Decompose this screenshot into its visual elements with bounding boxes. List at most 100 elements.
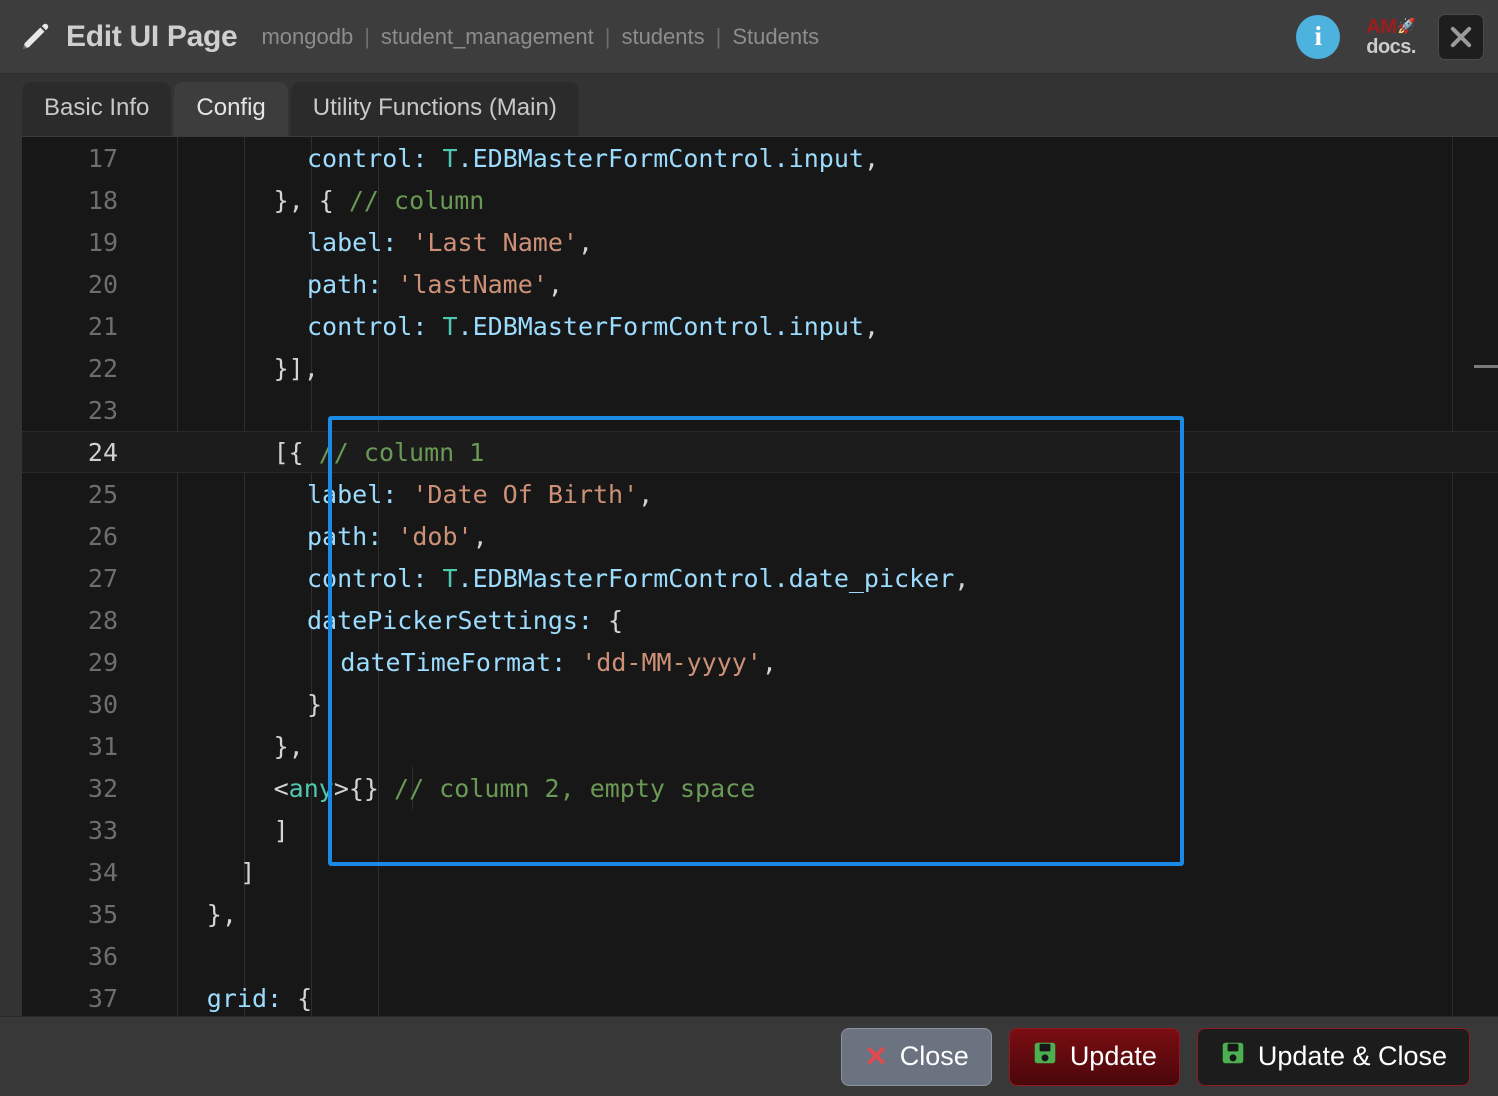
code-line[interactable]: 17control: T.EDBMasterFormControl.input,	[22, 137, 1498, 179]
code-token	[427, 144, 442, 173]
code-line[interactable]: 25label: 'Date Of Birth',	[22, 473, 1498, 515]
code-line[interactable]: 30}	[22, 683, 1498, 725]
code-line[interactable]: 18}, { // column	[22, 179, 1498, 221]
breadcrumb-separator: |	[705, 24, 733, 50]
tab-basic-info[interactable]: Basic Info	[22, 82, 171, 136]
code-token: any	[289, 774, 334, 803]
code-token: ,	[638, 480, 653, 509]
code-token: ,	[473, 522, 488, 551]
code-token: ,	[864, 144, 879, 173]
code-token: 'dob'	[397, 522, 472, 551]
code-line[interactable]: 37grid: {	[22, 977, 1498, 1016]
code-line-text: path: 'lastName',	[140, 270, 1498, 299]
code-lines[interactable]: 17control: T.EDBMasterFormControl.input,…	[22, 137, 1498, 1016]
code-token: ,	[548, 270, 563, 299]
code-line-text: }],	[140, 354, 1498, 383]
code-line[interactable]: 33]	[22, 809, 1498, 851]
tab-config[interactable]: Config	[174, 82, 287, 136]
code-token	[382, 522, 397, 551]
code-line[interactable]: 35},	[22, 893, 1498, 935]
code-line-text: }, { // column	[140, 186, 1498, 215]
amdocs-logo-am-text: AM	[1366, 17, 1396, 37]
breadcrumb: mongodb | student_management | students …	[261, 24, 819, 50]
code-line[interactable]: 22}],	[22, 347, 1498, 389]
code-token: ]	[274, 816, 289, 845]
code-line-text: dateTimeFormat: 'dd-MM-yyyy',	[140, 648, 1498, 677]
code-line-text: },	[140, 900, 1498, 929]
code-line[interactable]: 29dateTimeFormat: 'dd-MM-yyyy',	[22, 641, 1498, 683]
code-token: },	[274, 732, 304, 761]
code-token: 'lastName'	[397, 270, 548, 299]
code-token: grid:	[207, 984, 282, 1013]
code-token: },	[207, 900, 237, 929]
code-line[interactable]: 26path: 'dob',	[22, 515, 1498, 557]
code-token: path:	[307, 270, 382, 299]
line-number: 31	[22, 732, 140, 761]
line-number: 26	[22, 522, 140, 551]
code-token	[397, 228, 412, 257]
code-token: }, {	[274, 186, 349, 215]
code-line[interactable]: 32<any>{} // column 2, empty space	[22, 767, 1498, 809]
code-line-text: grid: {	[140, 984, 1498, 1013]
tab-utility-functions[interactable]: Utility Functions (Main)	[291, 82, 579, 136]
code-token: 'dd-MM-yyyy'	[581, 648, 762, 677]
line-number: 21	[22, 312, 140, 341]
update-and-close-button-label: Update & Close	[1258, 1041, 1447, 1072]
update-button[interactable]: Update	[1009, 1028, 1180, 1086]
code-token: datePickerSettings:	[307, 606, 593, 635]
breadcrumb-item-collection[interactable]: students	[621, 24, 704, 50]
code-token: ,	[954, 564, 969, 593]
code-line[interactable]: 28datePickerSettings: {	[22, 599, 1498, 641]
line-number: 23	[22, 396, 140, 425]
code-token	[427, 312, 442, 341]
code-line[interactable]: 19label: 'Last Name',	[22, 221, 1498, 263]
code-line[interactable]: 34]	[22, 851, 1498, 893]
code-line-text: path: 'dob',	[140, 522, 1498, 551]
line-number: 22	[22, 354, 140, 383]
line-number: 24	[22, 438, 140, 467]
breadcrumb-item-schema[interactable]: student_management	[381, 24, 594, 50]
code-line[interactable]: 27control: T.EDBMasterFormControl.date_p…	[22, 557, 1498, 599]
code-editor-content[interactable]: 17control: T.EDBMasterFormControl.input,…	[22, 137, 1498, 1016]
code-token: T	[442, 564, 457, 593]
code-line[interactable]: 24[{ // column 1	[22, 431, 1498, 473]
close-dialog-button[interactable]	[1438, 14, 1484, 60]
line-number: 18	[22, 186, 140, 215]
code-token: T	[442, 144, 457, 173]
update-and-close-button[interactable]: Update & Close	[1197, 1028, 1470, 1086]
info-icon[interactable]: i	[1296, 15, 1340, 59]
code-token: [{	[274, 438, 319, 467]
breadcrumb-item-page[interactable]: Students	[732, 24, 819, 50]
code-token: }	[307, 690, 322, 719]
code-token: .EDBMasterFormControl.input	[458, 312, 864, 341]
line-number: 17	[22, 144, 140, 173]
code-token: <	[274, 774, 289, 803]
close-button-label: Close	[900, 1041, 969, 1072]
dialog-titlebar: Edit UI Page mongodb | student_managemen…	[0, 0, 1498, 74]
update-button-label: Update	[1070, 1041, 1157, 1072]
code-line[interactable]: 20path: 'lastName',	[22, 263, 1498, 305]
dialog-footer: ✕ Close Update Update & Close	[0, 1016, 1498, 1096]
line-number: 20	[22, 270, 140, 299]
line-number: 25	[22, 480, 140, 509]
amdocs-logo-docs-text: docs.	[1366, 37, 1416, 57]
amdocs-logo: AM 🚀 docs.	[1366, 17, 1416, 57]
line-number: 32	[22, 774, 140, 803]
code-token	[566, 648, 581, 677]
code-line[interactable]: 31},	[22, 725, 1498, 767]
tab-bar: Basic Info Config Utility Functions (Mai…	[0, 74, 1498, 136]
breadcrumb-separator: |	[353, 24, 381, 50]
code-line[interactable]: 36	[22, 935, 1498, 977]
close-button[interactable]: ✕ Close	[841, 1028, 992, 1086]
code-editor[interactable]: 17control: T.EDBMasterFormControl.input,…	[22, 136, 1498, 1016]
code-token: }],	[274, 354, 319, 383]
code-line-text: label: 'Date Of Birth',	[140, 480, 1498, 509]
line-number: 28	[22, 606, 140, 635]
code-token: path:	[307, 522, 382, 551]
code-line-text: }	[140, 690, 1498, 719]
breadcrumb-item-database[interactable]: mongodb	[261, 24, 353, 50]
code-line[interactable]: 23	[22, 389, 1498, 431]
code-line[interactable]: 21control: T.EDBMasterFormControl.input,	[22, 305, 1498, 347]
line-number: 37	[22, 984, 140, 1013]
code-line-text: datePickerSettings: {	[140, 606, 1498, 635]
